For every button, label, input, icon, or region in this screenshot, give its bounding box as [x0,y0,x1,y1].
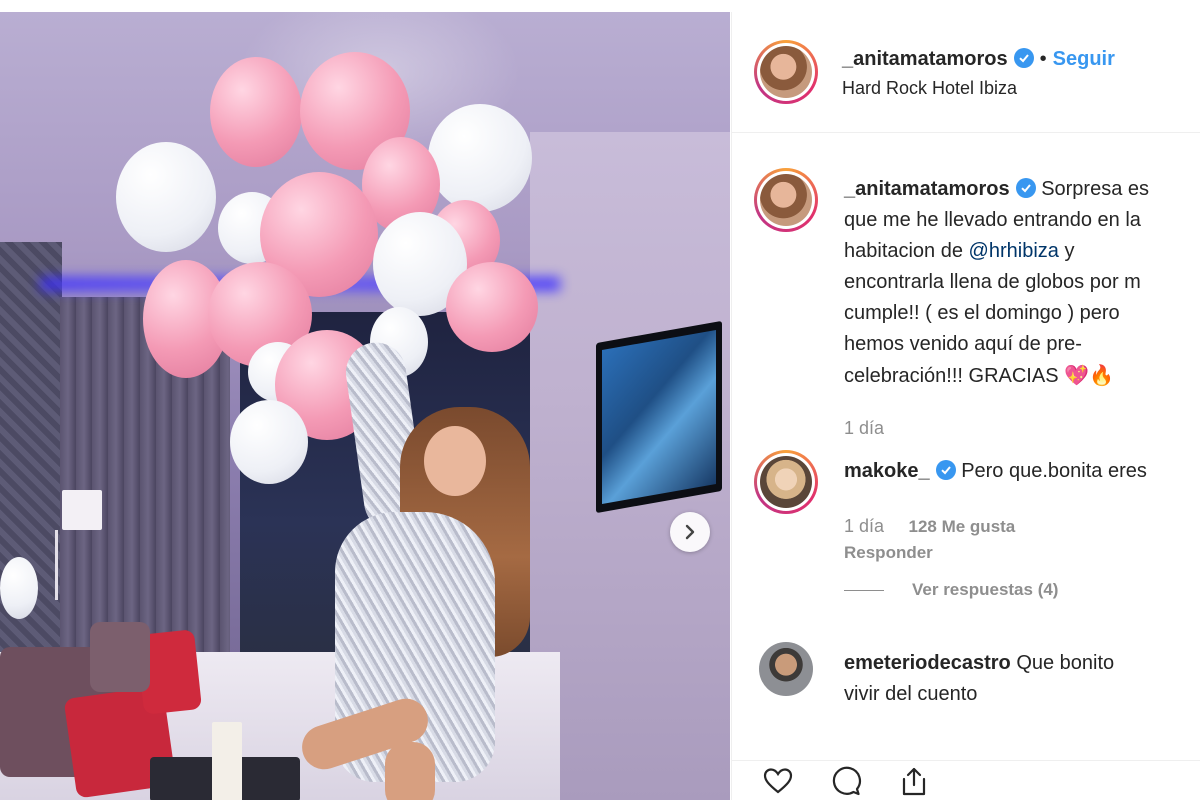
author-avatar[interactable] [754,40,818,104]
share-icon[interactable] [898,765,930,797]
caption-username[interactable]: _anitamatamoros [844,178,1010,200]
caption-text: cumple!! ( es el domingo ) pero [844,302,1120,324]
comment-text: vivir del cuento [844,683,978,705]
comment-likes[interactable]: 128 Me gusta [909,517,1016,536]
follow-button[interactable]: Seguir [1053,48,1115,70]
pillow [90,622,150,692]
lamp-arm [55,530,84,600]
action-bar [732,760,1200,800]
caption-line: _anitamatamoros Sorpresa es [844,174,1149,205]
location-link[interactable]: Hard Rock Hotel Ibiza [842,78,1017,99]
caption-text: hemos venido aquí de pre- [844,333,1082,355]
balloon [446,262,538,352]
caption-text: que me he llevado entrando en la [844,209,1141,231]
avatar-image [760,174,812,226]
comment-meta: 1 día 128 Me gusta [844,516,1015,537]
view-replies-label[interactable]: Ver respuestas (4) [912,580,1058,599]
caption-time[interactable]: 1 día [844,418,884,439]
next-photo-button[interactable] [670,512,710,552]
avatar-image [760,456,812,508]
comment: makoke_ Pero que.bonita eres [844,456,1147,487]
caption-avatar[interactable] [754,168,818,232]
comment-icon[interactable] [830,765,862,797]
caption-text: Sorpresa es [1041,178,1150,200]
comment-username[interactable]: emeteriodecastro [844,652,1011,674]
commenter-avatar[interactable] [759,642,813,696]
fire-icon: 🔥 [1089,363,1114,387]
caption-line: habitacion de @hrhibiza y [844,236,1074,267]
comment-time[interactable]: 1 día [844,516,884,536]
face [424,426,486,496]
reply-button[interactable]: Responder [844,543,933,563]
caption-text: y [1058,240,1075,262]
comment-text: Pero que.bonita eres [961,460,1147,482]
verified-badge-icon [935,460,956,480]
sparkling-heart-icon: 💖 [1064,363,1089,387]
wall-lamp [62,490,102,530]
post-photo[interactable] [0,12,730,800]
chevron-right-icon [685,524,695,540]
caption-text: celebración!!! GRACIAS [844,365,1059,387]
gift-box [212,722,242,800]
divider [844,590,884,592]
post-sidebar: _anitamatamoros • Seguir Hard Rock Hotel I… [731,12,1200,800]
leg [385,742,435,800]
commenter-avatar[interactable] [754,450,818,514]
comment-text: Que bonito [1016,652,1115,674]
balloon [0,557,38,619]
author-username[interactable]: _anitamatamoros [842,48,1008,70]
caption-text: encontrarla llena de globos por m [844,271,1141,293]
avatar-image [760,46,812,98]
caption-text: habitacion de [844,240,963,262]
comment-username[interactable]: makoke_ [844,460,930,482]
verified-badge-icon [1013,48,1034,68]
wall-tv [596,320,722,514]
view-replies[interactable]: Ver respuestas (4) [844,580,1058,600]
verified-badge-icon [1015,178,1036,198]
balloon [116,142,216,252]
comment: emeteriodecastro Que bonito [844,648,1114,679]
balloon [428,104,532,212]
balloon [230,400,308,484]
heart-icon[interactable] [762,765,794,797]
balloon [210,57,302,167]
caption-line: celebración!!! GRACIAS 💖🔥 [844,360,1114,392]
post-header: _anitamatamoros • Seguir Hard Rock Hotel I… [732,12,1200,133]
tv-screen [602,329,716,505]
mention-link[interactable]: @hrhibiza [969,240,1059,262]
separator-dot: • [1039,48,1047,70]
